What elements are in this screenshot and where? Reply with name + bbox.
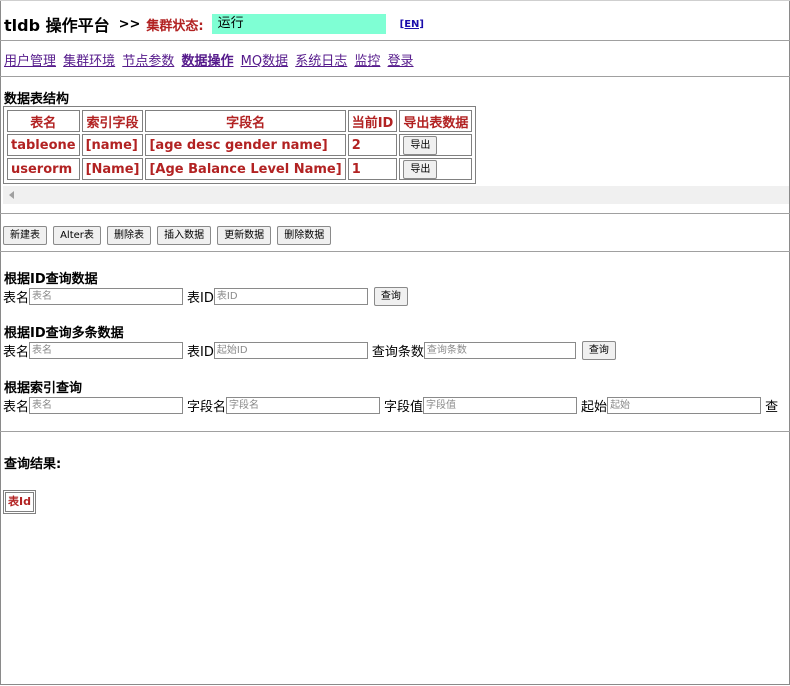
column-header: 索引字段 [81, 110, 144, 132]
result-table: 表Id [3, 490, 36, 514]
query-count-input[interactable] [423, 342, 576, 359]
start-id-input[interactable] [213, 342, 368, 359]
nav-mq-data[interactable]: MQ数据 [241, 54, 288, 69]
field-name-label: 字段名 [187, 400, 227, 415]
result-title: 查询结果: [4, 457, 62, 472]
query-by-id-row: 表名 表ID 查询 [3, 287, 408, 306]
cell-table-name: userorm [7, 158, 80, 180]
table-id-label: 表ID [187, 345, 214, 360]
field-value-label: 字段值 [384, 400, 424, 415]
query-index-row: 表名 字段名 字段值 起始 查 [3, 396, 778, 415]
structure-table-wrapper: 表名 索引字段 字段名 当前ID 导出表数据 tableone [name] [… [3, 106, 477, 184]
brand-title: tldb 操作平台 [4, 16, 110, 35]
query-multi-row: 表名 表ID 查询条数 查询 [3, 341, 616, 360]
alter-table-button[interactable]: Alter表 [53, 226, 101, 245]
column-header: 表名 [7, 110, 80, 132]
main-nav: 用户管理 集群环境 节点参数 数据操作 MQ数据 系统日志 监控 登录 [4, 50, 417, 69]
field-value-input[interactable] [423, 397, 578, 414]
divider [0, 213, 790, 214]
divider [0, 251, 790, 252]
nav-monitor[interactable]: 监控 [354, 54, 380, 69]
cell-index-field: [name] [81, 134, 144, 156]
divider [0, 40, 790, 41]
insert-data-button[interactable]: 插入数据 [157, 226, 212, 245]
column-header: 当前ID [347, 110, 398, 132]
cell-index-field: [Name] [81, 158, 144, 180]
structure-title: 数据表结构 [4, 92, 70, 107]
table-header-row: 表名 索引字段 字段名 当前ID 导出表数据 [7, 110, 473, 132]
table-row: userorm [Name] [Age Balance Level Name] … [7, 158, 473, 180]
table-id-input[interactable] [213, 288, 368, 305]
top-border [0, 0, 790, 1]
cell-table-name: tableone [7, 134, 80, 156]
table-name-label: 表名 [3, 400, 30, 415]
nav-user-management[interactable]: 用户管理 [4, 54, 56, 69]
nav-login[interactable]: 登录 [388, 54, 414, 69]
truncated-label: 查 [765, 400, 779, 415]
table-row: tableone [name] [age desc gender name] 2… [7, 134, 473, 156]
nav-system-log[interactable]: 系统日志 [295, 54, 347, 69]
table-name-label: 表名 [3, 345, 30, 360]
query-button[interactable]: 查询 [581, 341, 616, 360]
delete-data-button[interactable]: 删除数据 [277, 226, 332, 245]
table-name-label: 表名 [3, 291, 30, 306]
export-button[interactable]: 导出 [403, 159, 438, 179]
query-by-id-title: 根据ID查询数据 [4, 272, 98, 287]
query-multi-title: 根据ID查询多条数据 [4, 326, 124, 341]
horizontal-scrollbar[interactable] [3, 186, 789, 204]
nav-node-params[interactable]: 节点参数 [122, 54, 174, 69]
field-name-input[interactable] [226, 397, 381, 414]
query-index-title: 根据索引查询 [4, 381, 83, 396]
new-table-button[interactable]: 新建表 [3, 226, 47, 245]
cell-export: 导出 [399, 134, 473, 156]
query-count-label: 查询条数 [371, 345, 424, 360]
divider [0, 76, 790, 77]
start-input[interactable] [607, 397, 762, 414]
cell-current-id: 2 [347, 134, 398, 156]
scroll-left-arrow-icon[interactable] [9, 191, 14, 199]
table-name-input[interactable] [29, 397, 184, 414]
header: tldb 操作平台 >> 集群状态: 运行 [EN] [4, 11, 424, 37]
divider [0, 431, 790, 432]
structure-table: 表名 索引字段 字段名 当前ID 导出表数据 tableone [name] [… [5, 108, 474, 182]
cell-field-names: [Age Balance Level Name] [145, 158, 346, 180]
cluster-status-label: 集群状态: [146, 18, 204, 34]
column-header: 导出表数据 [399, 110, 473, 132]
cluster-status-value: 运行 [211, 14, 386, 34]
update-data-button[interactable]: 更新数据 [217, 226, 272, 245]
table-actions: 新建表 Alter表 删除表 插入数据 更新数据 删除数据 [3, 223, 332, 245]
query-button[interactable]: 查询 [373, 287, 408, 306]
start-label: 起始 [581, 400, 608, 415]
export-button[interactable]: 导出 [403, 135, 438, 155]
delete-table-button[interactable]: 删除表 [107, 226, 151, 245]
table-name-input[interactable] [29, 342, 184, 359]
cell-field-names: [age desc gender name] [145, 134, 346, 156]
language-en-link[interactable]: [EN] [400, 19, 424, 30]
table-name-input[interactable] [29, 288, 184, 305]
nav-cluster-env[interactable]: 集群环境 [63, 54, 115, 69]
table-id-label: 表ID [187, 291, 214, 306]
title-separator: >> [118, 16, 141, 32]
result-column-header: 表Id [5, 492, 34, 512]
cell-current-id: 1 [347, 158, 398, 180]
column-header: 字段名 [145, 110, 346, 132]
nav-data-operations[interactable]: 数据操作 [181, 54, 233, 69]
cell-export: 导出 [399, 158, 473, 180]
